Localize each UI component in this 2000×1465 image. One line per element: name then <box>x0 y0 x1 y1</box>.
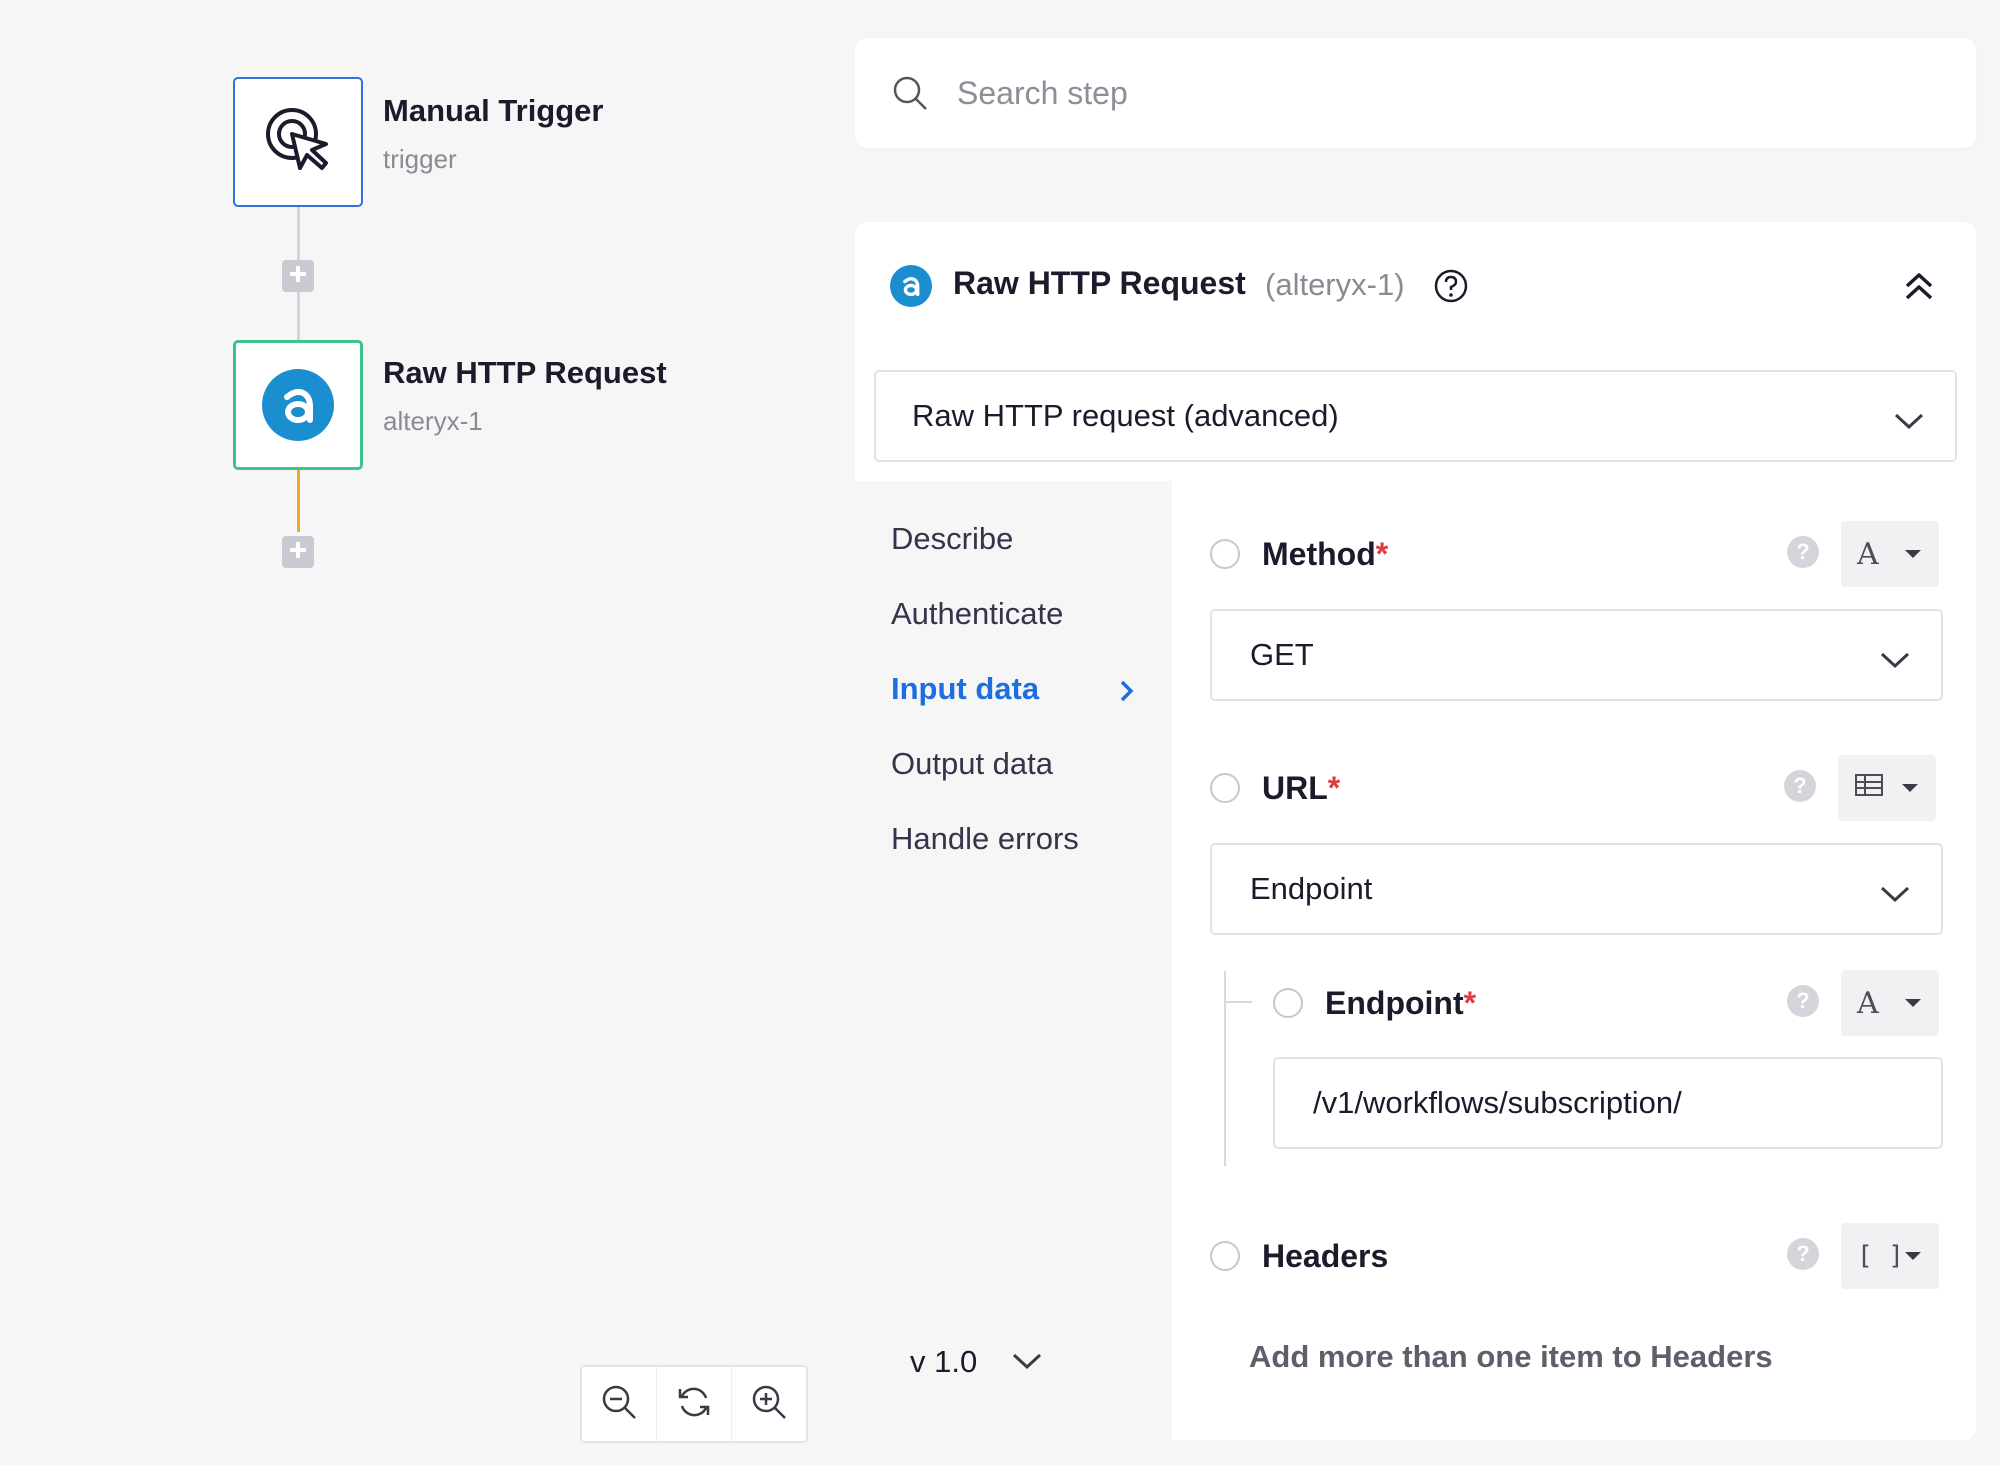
zoom-controls <box>580 1365 808 1443</box>
zoom-in-icon <box>750 1383 788 1426</box>
headers-radio[interactable] <box>1210 1241 1240 1271</box>
search-step-input[interactable] <box>957 74 1857 112</box>
step-config-panel: Raw HTTP Request (alteryx-1) Raw HTTP re… <box>855 222 1976 1440</box>
nav-item-input-data[interactable]: Input data <box>891 671 1039 707</box>
alteryx-logo-icon <box>890 265 932 307</box>
action-select[interactable]: Raw HTTP request (advanced) <box>874 370 1957 462</box>
endpoint-label: Endpoint* <box>1325 985 1477 1021</box>
headers-help-icon[interactable]: ? <box>1787 1238 1819 1270</box>
headers-label: Headers <box>1262 1238 1389 1274</box>
tree-line <box>1224 1001 1252 1003</box>
headers-type-toggle[interactable]: [ ] <box>1841 1223 1939 1289</box>
search-step-bar <box>855 38 1976 148</box>
collapse-icon[interactable] <box>1901 268 1937 309</box>
zoom-out-icon <box>600 1383 638 1426</box>
manual-trigger-title: Manual Trigger <box>383 93 604 128</box>
step-sections-nav: Describe Authenticate Input data Output … <box>855 481 1172 1440</box>
cursor-click-icon <box>260 102 336 183</box>
chevron-down-icon <box>1879 643 1911 679</box>
zoom-in-button[interactable] <box>732 1367 806 1441</box>
plus-icon <box>287 539 309 566</box>
manual-trigger-subtitle: trigger <box>383 144 457 174</box>
chevron-down-icon <box>1879 877 1911 913</box>
help-icon[interactable] <box>1433 268 1469 309</box>
alteryx-logo-icon <box>262 369 334 441</box>
table-icon <box>1854 771 1884 806</box>
nav-item-describe[interactable]: Describe <box>891 521 1013 557</box>
url-select[interactable]: Endpoint <box>1210 843 1943 935</box>
nav-item-handle-errors[interactable]: Handle errors <box>891 821 1079 857</box>
chevron-down-icon <box>1893 404 1925 440</box>
step-title: Raw HTTP Request <box>953 265 1246 301</box>
manual-trigger-node[interactable] <box>233 77 363 207</box>
chevron-down-icon[interactable] <box>1011 1350 1043 1377</box>
plus-icon <box>287 263 309 290</box>
raw-http-request-node[interactable] <box>233 340 363 470</box>
chevron-right-icon <box>1117 678 1137 709</box>
url-label: URL* <box>1262 770 1341 806</box>
raw-http-request-title: Raw HTTP Request <box>383 355 667 390</box>
action-select-value: Raw HTTP request (advanced) <box>912 398 1339 433</box>
endpoint-radio[interactable] <box>1273 988 1303 1018</box>
zoom-out-button[interactable] <box>582 1367 657 1441</box>
add-step-button[interactable] <box>282 536 314 568</box>
method-help-icon[interactable]: ? <box>1787 536 1819 568</box>
endpoint-help-icon[interactable]: ? <box>1787 985 1819 1017</box>
connector-line <box>297 292 300 340</box>
method-label: Method* <box>1262 536 1389 572</box>
url-type-toggle[interactable] <box>1838 755 1936 821</box>
connector-line <box>297 470 300 532</box>
reset-view-button[interactable] <box>657 1367 732 1441</box>
add-step-button[interactable] <box>282 260 314 292</box>
version-selector[interactable]: v 1.0 <box>910 1344 977 1380</box>
step-id: (alteryx-1) <box>1265 267 1405 302</box>
method-type-toggle[interactable]: A <box>1841 521 1939 587</box>
search-icon <box>891 73 931 113</box>
raw-http-request-subtitle: alteryx-1 <box>383 406 483 436</box>
nav-item-output-data[interactable]: Output data <box>891 746 1053 782</box>
url-radio[interactable] <box>1210 773 1240 803</box>
connector-line <box>297 207 300 262</box>
input-data-form: Method* ? A GET URL* ? Endpoint Endpoint… <box>1172 481 1976 1440</box>
method-select[interactable]: GET <box>1210 609 1943 701</box>
method-radio[interactable] <box>1210 539 1240 569</box>
panel-header: Raw HTTP Request (alteryx-1) <box>855 222 1976 342</box>
add-headers-hint[interactable]: Add more than one item to Headers <box>1249 1339 1773 1375</box>
nav-item-authenticate[interactable]: Authenticate <box>891 596 1063 632</box>
endpoint-input[interactable]: /v1/workflows/subscription/ <box>1273 1057 1943 1149</box>
url-help-icon[interactable]: ? <box>1784 770 1816 802</box>
endpoint-type-toggle[interactable]: A <box>1841 970 1939 1036</box>
refresh-icon <box>675 1383 713 1426</box>
